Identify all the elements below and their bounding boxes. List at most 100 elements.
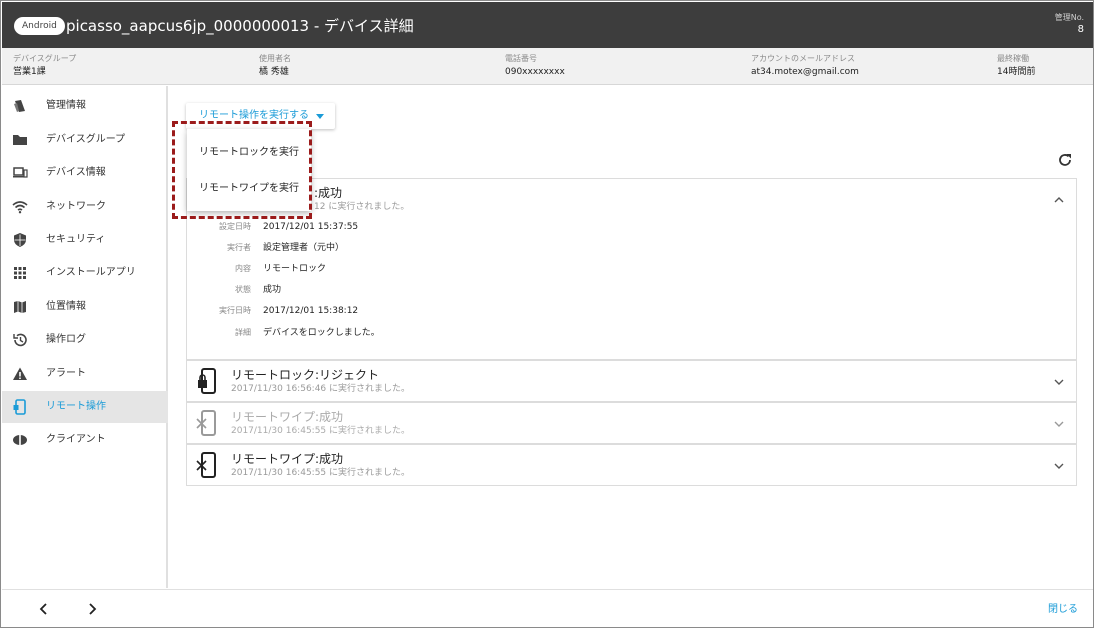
- detail-key: 設定日時: [219, 222, 251, 231]
- wipe-phone-icon: [196, 410, 216, 436]
- sidebar-item-location[interactable]: 位置情報: [2, 291, 168, 323]
- detail-key: 状態: [235, 285, 251, 294]
- detail-value: 2017/12/01 15:37:55: [263, 222, 359, 232]
- sidebar-item-label: インストールアプリ: [46, 267, 136, 278]
- info-account-email: アカウントのメールアドレス at34.motex@gmail.com: [751, 53, 859, 80]
- admin-number: 管理No. 8: [1055, 12, 1084, 37]
- info-label: 電話番号: [505, 54, 537, 63]
- sidebar-item-operation-log[interactable]: 操作ログ: [2, 324, 168, 356]
- detail-row: 内容 リモートロック: [187, 261, 1078, 277]
- caret-down-icon: [316, 114, 324, 119]
- detail-row: 実行日時 2017/12/01 15:38:12: [187, 303, 1078, 319]
- detail-value: 成功: [263, 285, 282, 295]
- map-icon: [14, 301, 26, 313]
- detail-value: 2017/12/01 15:38:12: [263, 306, 359, 316]
- history-card-subtitle: 12 に実行されました。: [314, 202, 410, 212]
- sidebar-item-remote-operation[interactable]: リモート操作: [2, 391, 168, 423]
- detail-value: デバイスをロックしました。: [263, 328, 380, 338]
- sidebar-item-label: セキュリティ: [46, 234, 106, 245]
- history-card-expanded[interactable]: :成功 12 に実行されました。 設定日時 2017/12/01 15:37:5…: [186, 178, 1077, 360]
- sidebar-item-label: デバイスグループ: [46, 134, 126, 145]
- footer: 閉じる: [2, 589, 1093, 627]
- highlight-annotation-box: [172, 121, 312, 219]
- detail-key: 実行者: [227, 243, 251, 252]
- detail-key: 内容: [235, 264, 251, 273]
- chevron-right-icon[interactable]: [85, 602, 99, 616]
- info-value: 090xxxxxxxx: [505, 67, 565, 77]
- history-card-subtitle: 2017/11/30 16:45:55 に実行されました。: [231, 468, 411, 478]
- history-card-subtitle: 2017/11/30 16:56:46 に実行されました。: [231, 384, 411, 394]
- client-icon: [13, 435, 27, 445]
- history-card[interactable]: リモートロック:リジェクト 2017/11/30 16:56:46 に実行されま…: [186, 360, 1077, 402]
- history-icon: [13, 333, 27, 347]
- info-label: デバイスグループ: [13, 54, 77, 63]
- info-label: アカウントのメールアドレス: [751, 54, 855, 63]
- info-value: 橘 秀雄: [259, 67, 289, 77]
- devices-icon: [13, 167, 28, 178]
- sidebar-item-label: 管理情報: [46, 100, 86, 111]
- sidebar-item-installed-apps[interactable]: インストールアプリ: [2, 257, 168, 289]
- chevron-up-icon[interactable]: [1054, 195, 1064, 205]
- os-badge: Android: [14, 17, 65, 35]
- detail-key: 詳細: [235, 328, 251, 337]
- info-device-group: デバイスグループ 営業1課: [13, 53, 76, 80]
- sidebar-item-label: アラート: [46, 368, 86, 379]
- folder-icon: [13, 135, 27, 145]
- sidebar-item-label: ネットワーク: [46, 201, 106, 212]
- remote-phone-icon: [13, 399, 26, 415]
- sidebar-item-security[interactable]: セキュリティ: [2, 224, 168, 256]
- shield-icon: [14, 233, 26, 247]
- info-value: at34.motex@gmail.com: [751, 67, 859, 77]
- history-card[interactable]: リモートワイプ:成功 2017/11/30 16:45:55 に実行されました。: [186, 444, 1077, 486]
- chevron-down-icon[interactable]: [1054, 461, 1064, 471]
- close-button[interactable]: 閉じる: [1048, 590, 1078, 627]
- sidebar-item-alert[interactable]: アラート: [2, 358, 168, 390]
- history-card-title: リモートワイプ:成功: [231, 410, 344, 424]
- detail-row: 設定日時 2017/12/01 15:37:55: [187, 219, 1078, 235]
- app-header: Android picasso_aapcus6jp_0000000013 - デ…: [2, 2, 1093, 48]
- history-card-title: リモートワイプ:成功: [231, 452, 344, 466]
- detail-row: 実行者 設定管理者（元中）: [187, 240, 1078, 256]
- detail-value: 設定管理者（元中）: [263, 243, 345, 253]
- page-title: picasso_aapcus6jp_0000000013 - デバイス詳細: [66, 17, 414, 35]
- sidebar-item-label: クライアント: [46, 434, 106, 445]
- history-card[interactable]: リモートワイプ:成功 2017/11/30 16:45:55 に実行されました。: [186, 402, 1077, 444]
- lock-phone-icon: [198, 368, 216, 394]
- info-user-name: 使用者名 橘 秀雄: [259, 53, 291, 80]
- sidebar-item-device-info[interactable]: デバイス情報: [2, 157, 168, 189]
- apps-grid-icon: [14, 267, 26, 279]
- device-info-bar: デバイスグループ 営業1課 使用者名 橘 秀雄 電話番号 090xxxxxxxx…: [2, 48, 1093, 85]
- sidebar-item-label: 操作ログ: [46, 334, 86, 345]
- detail-key: 実行日時: [219, 306, 251, 315]
- info-label: 最終稼働: [997, 54, 1029, 63]
- sidebar-item-client[interactable]: クライアント: [2, 424, 168, 456]
- wipe-phone-icon: [196, 452, 216, 478]
- management-icon: [14, 100, 25, 112]
- sidebar: 管理情報 デバイスグループ デバイス情報 ネットワーク セキュリティ インストー…: [2, 86, 168, 588]
- history-card-title: リモートロック:リジェクト: [231, 368, 380, 382]
- sidebar-item-management[interactable]: 管理情報: [2, 90, 168, 122]
- chevron-left-icon[interactable]: [37, 602, 51, 616]
- warning-icon: [13, 367, 27, 380]
- sidebar-item-device-group[interactable]: デバイスグループ: [2, 124, 168, 156]
- history-card-subtitle: 2017/11/30 16:45:55 に実行されました。: [231, 426, 411, 436]
- history-card-title: :成功: [314, 186, 343, 200]
- info-phone-number: 電話番号 090xxxxxxxx: [505, 53, 565, 80]
- detail-row: 詳細 デバイスをロックしました。: [187, 325, 1078, 341]
- chevron-down-icon[interactable]: [1054, 419, 1064, 429]
- info-last-active: 最終稼働 14時間前: [997, 53, 1035, 80]
- chevron-down-icon[interactable]: [1054, 377, 1064, 387]
- refresh-icon[interactable]: [1057, 152, 1073, 168]
- detail-value: リモートロック: [263, 264, 327, 274]
- detail-row: 状態 成功: [187, 282, 1078, 298]
- sidebar-item-network[interactable]: ネットワーク: [2, 191, 168, 223]
- sidebar-item-label: デバイス情報: [46, 167, 106, 178]
- info-value: 営業1課: [13, 67, 46, 77]
- sidebar-item-label: リモート操作: [46, 401, 106, 412]
- sidebar-item-label: 位置情報: [46, 301, 86, 312]
- admin-number-label: 管理No.: [1054, 13, 1084, 22]
- info-value: 14時間前: [997, 67, 1036, 77]
- admin-number-value: 8: [1077, 24, 1084, 35]
- info-label: 使用者名: [259, 54, 291, 63]
- wifi-icon: [12, 201, 28, 214]
